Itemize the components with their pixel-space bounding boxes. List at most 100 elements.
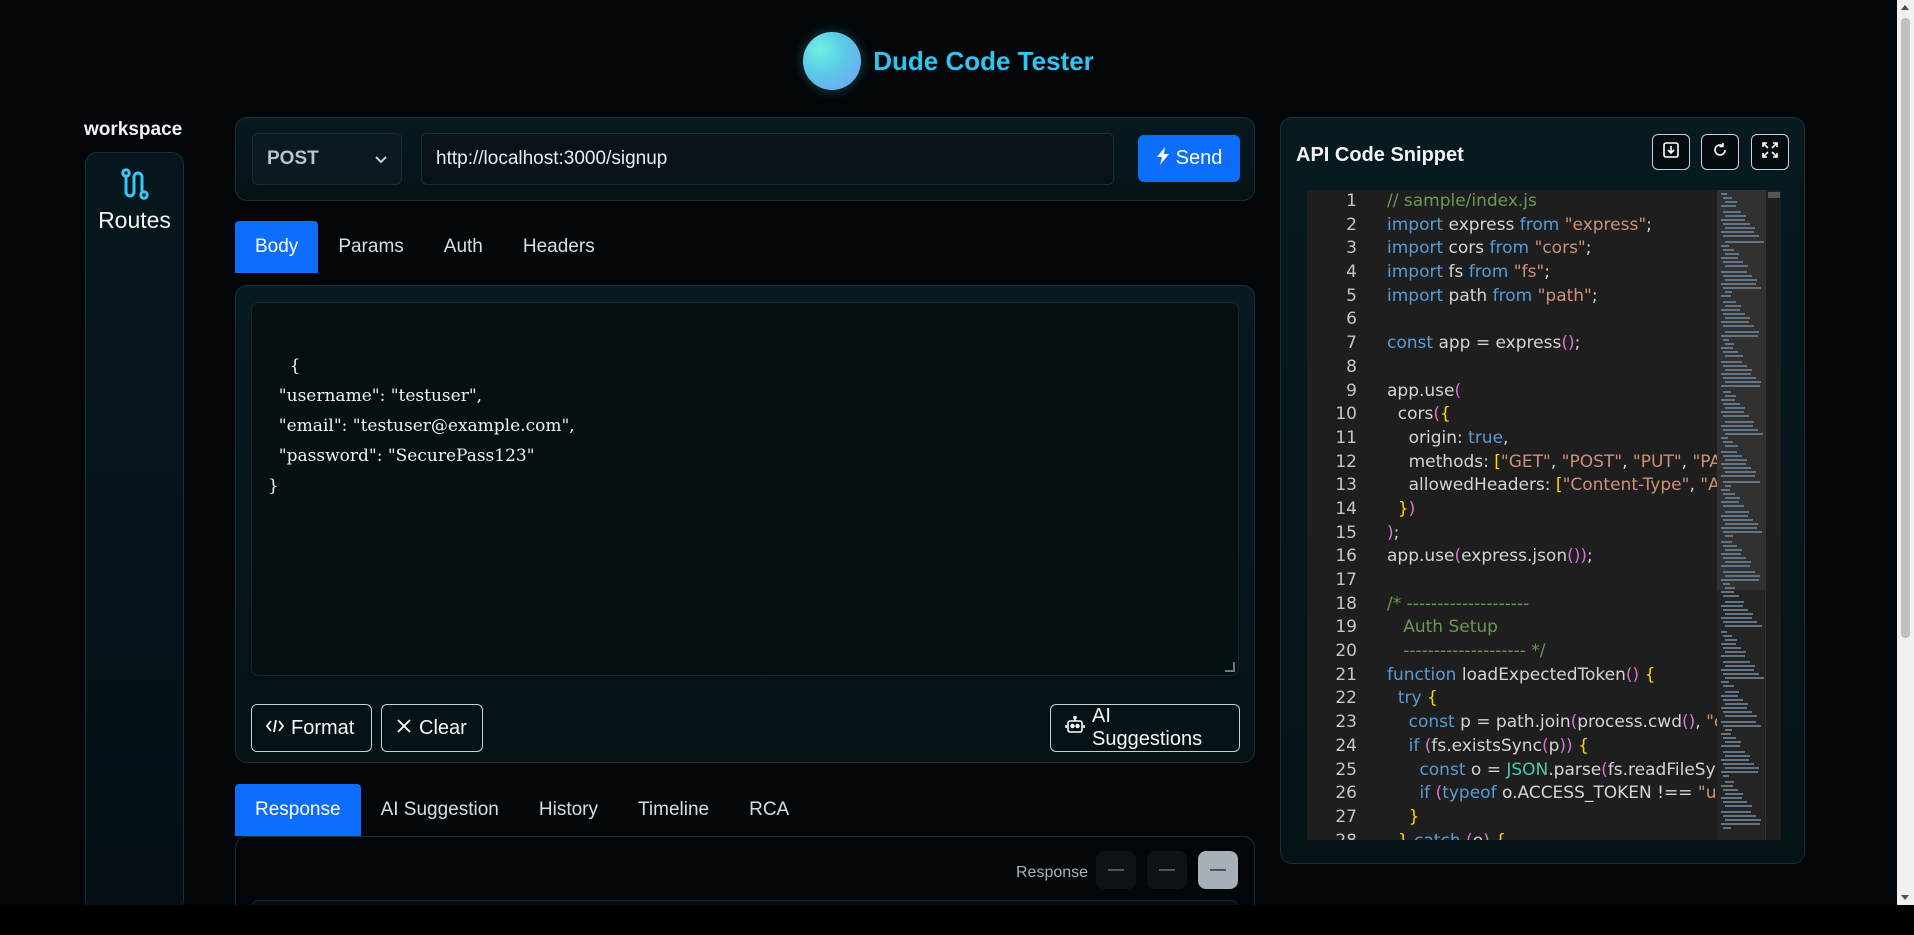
code-minimap[interactable]: [1717, 190, 1765, 840]
sidebar-item-routes[interactable]: Routes: [86, 165, 183, 245]
body-panel: { "username": "testuser", "email": "test…: [235, 285, 1255, 763]
tab-timeline[interactable]: Timeline: [618, 784, 729, 836]
minimap-line: [1725, 781, 1734, 783]
tab-ai-suggestion[interactable]: AI Suggestion: [361, 784, 519, 836]
line-number: 3: [1346, 238, 1357, 259]
minimap-line: [1723, 275, 1752, 277]
minimap-line: [1721, 681, 1729, 683]
minimap-line: [1721, 785, 1733, 787]
minimap-line: [1725, 331, 1759, 333]
page-scroll-thumb[interactable]: [1901, 18, 1910, 638]
resize-handle[interactable]: [1225, 662, 1235, 672]
line-number: 13: [1335, 475, 1357, 496]
minimap-line: [1725, 445, 1738, 447]
line-number: 12: [1335, 451, 1357, 472]
editor-scrollbar[interactable]: [1765, 190, 1781, 840]
download-button[interactable]: [1652, 134, 1690, 170]
minimap-line: [1725, 459, 1747, 461]
code-line: 2 import express from "express";: [1307, 214, 1717, 238]
request-tabs: Body Params Auth Headers: [235, 221, 615, 273]
tab-body[interactable]: Body: [235, 221, 319, 273]
minimap-line: [1723, 661, 1750, 663]
refresh-icon: [1711, 141, 1729, 164]
tab-response[interactable]: Response: [235, 784, 361, 836]
minimap-line: [1723, 313, 1745, 315]
ai-suggestions-button[interactable]: AI Suggestions: [1050, 704, 1240, 752]
chevron-down-icon: [375, 148, 387, 170]
minimap-line: [1723, 493, 1735, 495]
minimap-line: [1725, 265, 1748, 267]
tab-history[interactable]: History: [519, 784, 618, 836]
minimap-line: [1721, 643, 1736, 645]
format-button[interactable]: Format: [251, 704, 372, 752]
code-line: 4 import fs from "fs";: [1307, 261, 1717, 285]
code-line: 9 app.use(: [1307, 380, 1717, 404]
minimap-line: [1723, 647, 1741, 649]
reset-button[interactable]: [1701, 134, 1739, 170]
line-number: 8: [1346, 356, 1357, 377]
code-line: 28 } catch (e) {: [1307, 830, 1717, 840]
minimap-line: [1721, 527, 1757, 529]
fullscreen-button[interactable]: [1751, 134, 1789, 170]
minimap-line: [1725, 729, 1732, 731]
code-text: const o = JSON.parse(fs.readFileSyr: [1419, 759, 1717, 780]
minimap-line: [1723, 545, 1737, 547]
minimap-line: [1721, 565, 1750, 567]
minimap-line: [1725, 691, 1739, 693]
line-number: 24: [1335, 735, 1357, 756]
minimap-line: [1723, 391, 1731, 393]
code-text: allowedHeaders: ["Content-Type", "A: [1387, 475, 1717, 496]
minimap-line: [1721, 617, 1752, 619]
url-input[interactable]: http://localhost:3000/signup: [421, 133, 1114, 185]
response-mode-button-3[interactable]: —: [1198, 851, 1238, 889]
line-number: 5: [1346, 285, 1357, 306]
line-number: 26: [1335, 783, 1357, 804]
minimap-line: [1725, 639, 1737, 641]
minimap-line: [1721, 579, 1759, 581]
minimap-line: [1725, 395, 1736, 397]
code-editor[interactable]: 1 // sample/index.js 2 import express from …: [1307, 190, 1781, 840]
tab-auth[interactable]: Auth: [424, 221, 503, 273]
response-mode-button-1[interactable]: —: [1096, 851, 1136, 889]
response-label: Response: [1016, 864, 1089, 881]
send-button[interactable]: Send: [1138, 135, 1240, 182]
minimap-line: [1721, 309, 1740, 311]
minimap-line: [1721, 321, 1749, 323]
scroll-down-icon[interactable]: [1901, 895, 1909, 900]
minimap-line: [1725, 253, 1739, 255]
editor-scroll-thumb[interactable]: [1768, 192, 1780, 198]
minimap-line: [1721, 501, 1739, 503]
line-number: 19: [1335, 617, 1357, 638]
code-line: 11 origin: true,: [1307, 427, 1717, 451]
minimap-line: [1725, 601, 1744, 603]
scroll-up-icon[interactable]: [1901, 5, 1909, 10]
minimap-line: [1725, 407, 1745, 409]
code-icon: [265, 717, 285, 740]
app-title: Dude Code Tester: [873, 45, 1094, 76]
method-select[interactable]: POST: [252, 133, 402, 185]
minimap-line: [1725, 241, 1764, 243]
minimap-line: [1723, 351, 1738, 353]
body-textarea[interactable]: { "username": "testuser", "email": "test…: [251, 302, 1239, 676]
minimap-line: [1725, 279, 1757, 281]
minimap-line: [1723, 223, 1750, 225]
minimap-line: [1723, 815, 1756, 817]
code-text: try {: [1397, 688, 1438, 709]
tab-headers[interactable]: Headers: [503, 221, 615, 273]
tab-params[interactable]: Params: [318, 221, 423, 273]
minimap-line: [1723, 801, 1747, 803]
minimap-line: [1725, 651, 1746, 653]
code-line: 10 cors({: [1307, 403, 1717, 427]
response-mode-button-2[interactable]: —: [1147, 851, 1187, 889]
page-scrollbar[interactable]: [1897, 0, 1914, 905]
minimap-line: [1723, 415, 1749, 417]
route-icon: [120, 165, 150, 203]
minimap-line: [1721, 257, 1738, 259]
tab-rca[interactable]: RCA: [729, 784, 809, 836]
code-line: 8: [1307, 356, 1717, 380]
code-text: methods: ["GET", "POST", "PUT", "PAT: [1387, 451, 1717, 472]
minimap-line: [1725, 317, 1750, 319]
minimap-line: [1723, 441, 1733, 443]
clear-button[interactable]: Clear: [381, 704, 483, 752]
